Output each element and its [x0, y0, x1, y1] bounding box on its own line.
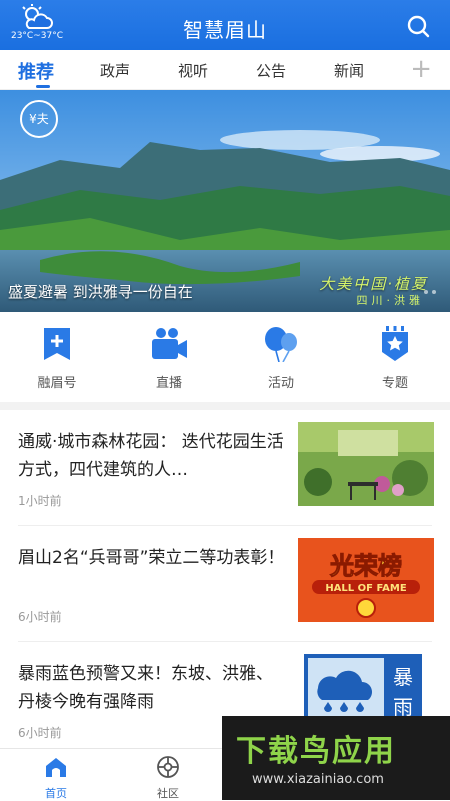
svg-text:HALL OF FAME: HALL OF FAME: [325, 583, 407, 594]
watermark-url: www.xiazainiao.com: [252, 772, 384, 787]
bookmark-plus-icon: [44, 328, 70, 360]
watermark-brand: 下载鸟应用: [236, 734, 396, 769]
news-title: 通威·城市森林花园： 迭代花园生活方式，四代建筑的人…: [18, 432, 284, 480]
news-thumbnail: 光荣榜 HALL OF FAME: [298, 538, 434, 622]
quick-link-label: 融眉号: [37, 376, 77, 391]
video-camera-icon: [152, 328, 187, 359]
svg-text:暴: 暴: [393, 665, 413, 689]
hero-banner[interactable]: ¥夫 盛夏避暑 到洪雅寻一份自在 大美中国·植夏 四川·洪雅: [0, 90, 450, 312]
watermark-badge: 下载鸟应用 www.xiazainiao.com: [222, 716, 450, 800]
quick-link-topics[interactable]: 专题: [350, 326, 440, 391]
quick-link-rongmei[interactable]: 融眉号: [12, 326, 102, 391]
news-title: 眉山2名“兵哥哥”荣立二等功表彰！: [18, 548, 285, 568]
category-tabs: 推荐 政声 视听 公告 新闻 +: [0, 50, 450, 90]
news-time: 6小时前: [18, 610, 62, 624]
tab-politics[interactable]: 政声: [100, 60, 130, 81]
quick-link-label: 活动: [267, 376, 294, 391]
news-time: 1小时前: [18, 494, 62, 508]
tab-notice[interactable]: 公告: [256, 60, 286, 81]
hall-of-fame-photo: 光荣榜 HALL OF FAME: [298, 538, 434, 622]
nav-home[interactable]: 首页: [16, 755, 96, 801]
tab-media[interactable]: 视听: [178, 60, 208, 81]
news-item[interactable]: 眉山2名“兵哥哥”荣立二等功表彰！ 6小时前 光荣榜 HALL OF FAME: [0, 526, 450, 642]
news-title: 暴雨蓝色预警又来！东坡、洪雅、丹棱今晚有强降雨: [18, 664, 273, 712]
app-title: 智慧眉山: [183, 18, 267, 42]
search-icon: [407, 15, 430, 38]
banner-calligraphy-sub: 四川·洪雅: [356, 294, 424, 307]
banner-calligraphy: 大美中国·植夏: [319, 275, 428, 293]
carousel-dots: [420, 279, 436, 298]
app-header: 23°C~37°C 智慧眉山: [0, 0, 450, 50]
search-button[interactable]: [406, 14, 430, 42]
tab-news[interactable]: 新闻: [334, 60, 364, 81]
banner-caption: 盛夏避暑 到洪雅寻一份自在: [8, 283, 193, 301]
garden-photo: [298, 422, 434, 506]
quick-link-label: 直播: [155, 376, 182, 391]
section-divider: [0, 402, 450, 410]
nav-home-label: 首页: [45, 787, 67, 800]
quick-links: 融眉号 直播 活动 专题: [0, 312, 450, 402]
quick-link-events[interactable]: 活动: [236, 326, 326, 391]
svg-text:光荣榜: 光荣榜: [329, 552, 402, 580]
community-icon: [157, 756, 179, 778]
balloons-icon: [265, 327, 297, 363]
quick-link-live[interactable]: 直播: [124, 326, 214, 391]
news-time: 6小时前: [18, 726, 62, 740]
tab-recommend[interactable]: 推荐: [18, 58, 54, 84]
quick-link-label: 专题: [381, 376, 408, 391]
plus-icon[interactable]: +: [410, 56, 432, 82]
star-badge-icon: [382, 326, 408, 361]
banner-logo-stamp: ¥夫: [20, 100, 58, 138]
home-icon: [46, 758, 66, 777]
news-item[interactable]: 通威·城市森林花园： 迭代花园生活方式，四代建筑的人… 1小时前: [0, 410, 450, 526]
news-thumbnail: [298, 422, 434, 506]
active-tab-indicator: [36, 85, 50, 88]
nav-community-label: 社区: [157, 787, 179, 800]
nav-community[interactable]: 社区: [128, 755, 208, 801]
